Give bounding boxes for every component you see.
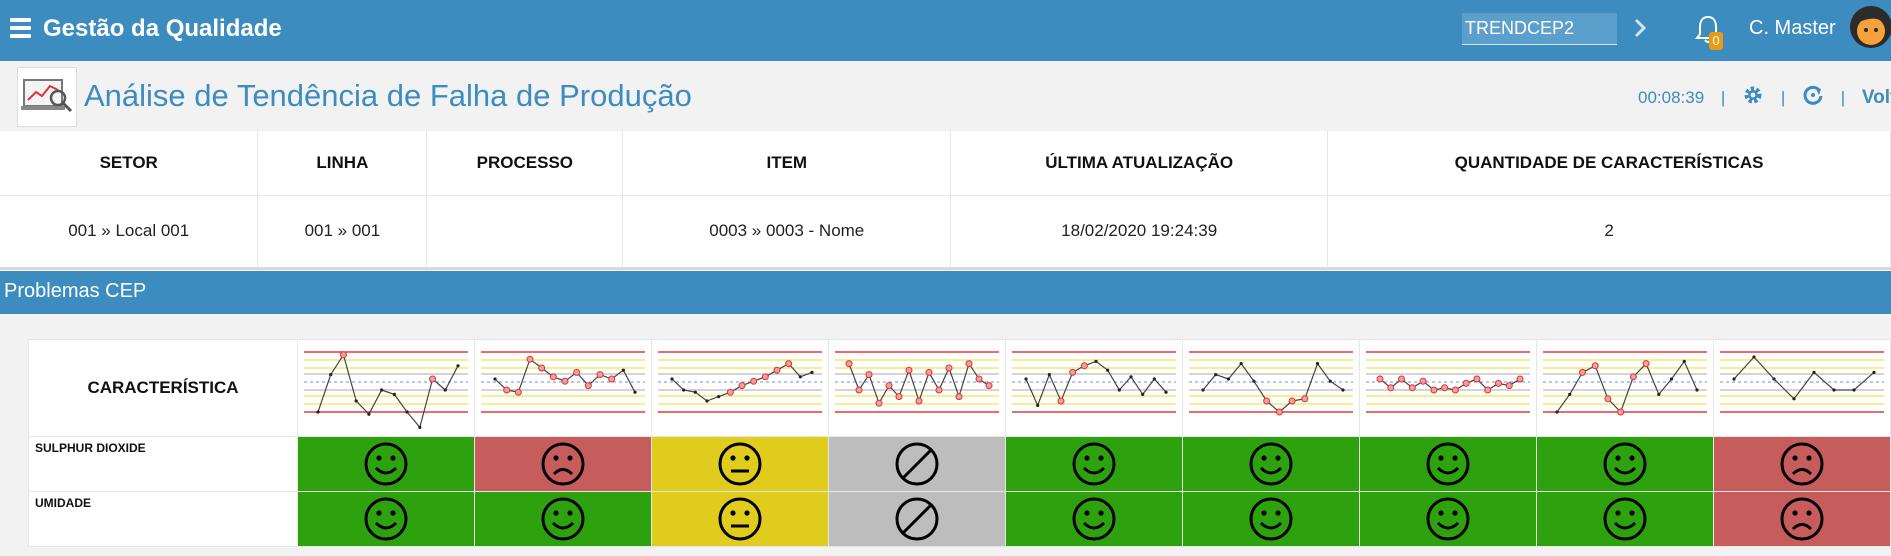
- status-cell[interactable]: [297, 491, 475, 547]
- sad-face-icon: [1780, 497, 1824, 541]
- col-header-ultima-atualizacao: ÚLTIMA ATUALIZAÇÃO: [950, 131, 1329, 195]
- status-cell[interactable]: [474, 491, 652, 547]
- status-cell[interactable]: [828, 491, 1006, 547]
- status-cell[interactable]: [1536, 436, 1714, 492]
- col-header-setor: SETOR: [0, 131, 259, 195]
- cell-linha: 001 » 001: [257, 194, 428, 270]
- info-value-row: 001 » Local 001 001 » 001 0003 » 0003 - …: [0, 194, 1891, 270]
- sad-face-icon: [541, 442, 585, 486]
- top-bar: Gestão da Qualidade 0 C. Master: [0, 0, 1891, 61]
- smile-face-icon: [541, 497, 585, 541]
- not-available-icon: [895, 442, 939, 486]
- status-cell[interactable]: [651, 491, 829, 547]
- cep-header-row: CARACTERÍSTICA: [28, 339, 1891, 437]
- cep-panel: CARACTERÍSTICA SULPHUR DIOXIDE UMIDADE: [28, 339, 1891, 547]
- timer-label: 00:08:39: [1638, 87, 1705, 107]
- trend-pattern-chart: [651, 339, 829, 437]
- separator: |: [1720, 87, 1726, 107]
- cell-processo: [426, 194, 624, 270]
- refresh-icon[interactable]: [1802, 84, 1824, 111]
- cell-ultima-atualizacao: 18/02/2020 19:24:39: [950, 194, 1329, 270]
- smile-face-icon: [1426, 442, 1470, 486]
- smile-face-icon: [1072, 442, 1116, 486]
- trend-pattern-chart: [1359, 339, 1537, 437]
- status-cell[interactable]: [1713, 491, 1891, 547]
- trend-chart-icon: [17, 67, 77, 127]
- header-toolbar: 00:08:39 | | | Voltar: [1638, 84, 1891, 111]
- section-title: Problemas CEP: [0, 271, 1891, 314]
- status-cell[interactable]: [651, 436, 829, 492]
- status-cell[interactable]: [474, 436, 652, 492]
- chevron-right-icon[interactable]: [1631, 13, 1651, 43]
- smile-face-icon: [1426, 497, 1470, 541]
- page-title: Análise de Tendência de Falha de Produçã…: [84, 78, 692, 113]
- status-cell[interactable]: [1359, 491, 1537, 547]
- smile-face-icon: [364, 497, 408, 541]
- status-cell[interactable]: [1005, 491, 1183, 547]
- status-cell[interactable]: [1182, 491, 1360, 547]
- smile-face-icon: [1603, 442, 1647, 486]
- neutral-face-icon: [718, 497, 762, 541]
- status-cell[interactable]: [1182, 436, 1360, 492]
- gear-icon[interactable]: [1742, 84, 1764, 111]
- status-cell[interactable]: [1005, 436, 1183, 492]
- smile-face-icon: [364, 442, 408, 486]
- sad-face-icon: [1780, 442, 1824, 486]
- characteristic-row: SULPHUR DIOXIDE: [28, 436, 1891, 492]
- col-header-linha: LINHA: [257, 131, 428, 195]
- trend-pattern-chart: [828, 339, 1006, 437]
- col-header-quantidade: QUANTIDADE DE CARACTERÍSTICAS: [1327, 131, 1891, 195]
- page-header: Análise de Tendência de Falha de Produçã…: [0, 61, 1891, 131]
- app-title: Gestão da Qualidade: [43, 15, 282, 42]
- status-cell[interactable]: [297, 436, 475, 492]
- notification-badge: 0: [1709, 32, 1723, 50]
- separator: |: [1840, 87, 1846, 107]
- col-header-processo: PROCESSO: [426, 131, 624, 195]
- trend-pattern-chart: [1005, 339, 1183, 437]
- status-cell[interactable]: [828, 436, 1006, 492]
- trend-pattern-chart: [1182, 339, 1360, 437]
- trend-pattern-chart: [297, 339, 475, 437]
- info-table: SETOR LINHA PROCESSO ITEM ÚLTIMA ATUALIZ…: [0, 131, 1891, 270]
- cell-item: 0003 » 0003 - Nome: [622, 194, 952, 270]
- not-available-icon: [895, 497, 939, 541]
- smile-face-icon: [1249, 442, 1293, 486]
- characteristic-header: CARACTERÍSTICA: [28, 339, 298, 437]
- cell-setor: 001 » Local 001: [0, 194, 259, 270]
- cep-table: CARACTERÍSTICA SULPHUR DIOXIDE UMIDADE: [28, 339, 1891, 547]
- smile-face-icon: [1072, 497, 1116, 541]
- characteristic-name: UMIDADE: [28, 491, 298, 547]
- cell-quantidade: 2: [1327, 194, 1891, 270]
- back-link[interactable]: Voltar: [1862, 87, 1891, 109]
- separator: |: [1780, 87, 1786, 107]
- neutral-face-icon: [718, 442, 762, 486]
- smile-face-icon: [1603, 497, 1647, 541]
- col-header-item: ITEM: [622, 131, 952, 195]
- trend-pattern-chart: [1536, 339, 1714, 437]
- characteristic-name: SULPHUR DIOXIDE: [28, 436, 298, 492]
- search-input[interactable]: [1462, 13, 1617, 45]
- characteristic-row: UMIDADE: [28, 491, 1891, 547]
- info-header-row: SETOR LINHA PROCESSO ITEM ÚLTIMA ATUALIZ…: [0, 131, 1891, 195]
- smile-face-icon: [1249, 497, 1293, 541]
- status-cell[interactable]: [1536, 491, 1714, 547]
- trend-pattern-chart: [1713, 339, 1891, 437]
- avatar[interactable]: [1849, 5, 1891, 49]
- menu-icon[interactable]: [10, 18, 31, 38]
- user-name[interactable]: C. Master: [1749, 17, 1836, 40]
- status-cell[interactable]: [1359, 436, 1537, 492]
- trend-pattern-chart: [474, 339, 652, 437]
- status-cell[interactable]: [1713, 436, 1891, 492]
